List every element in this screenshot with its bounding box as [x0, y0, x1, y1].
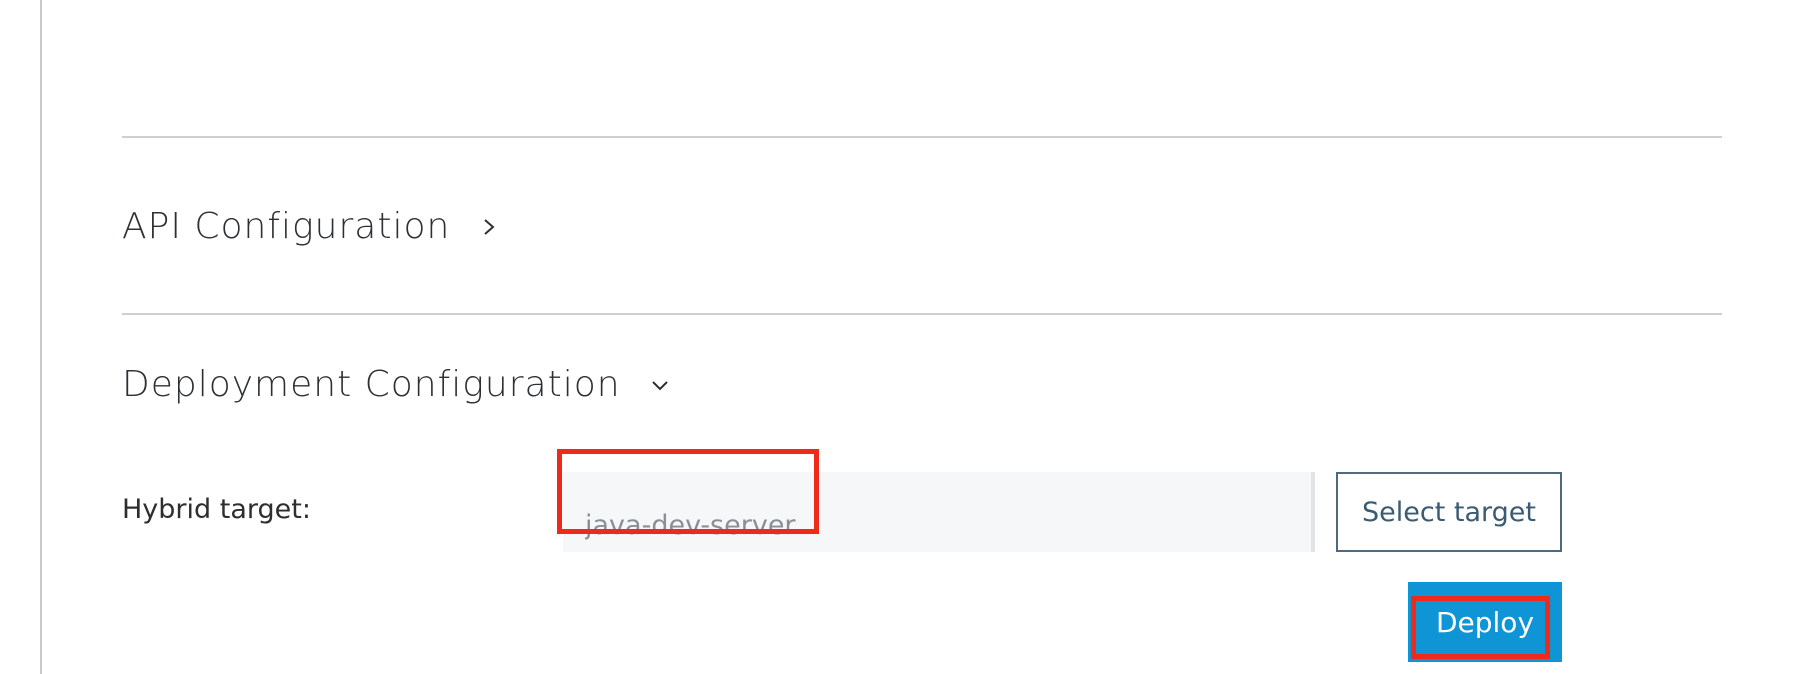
- api-configuration-title: API Configuration: [122, 206, 451, 247]
- api-configuration-header[interactable]: API Configuration: [122, 206, 500, 247]
- deployment-configuration-header[interactable]: Deployment Configuration: [122, 364, 671, 405]
- chevron-down-icon: [649, 374, 671, 396]
- panel-left-border: [40, 0, 42, 674]
- section-divider-middle: [122, 313, 1722, 315]
- hybrid-target-label: Hybrid target:: [122, 494, 311, 525]
- chevron-right-icon: [478, 216, 500, 238]
- api-deployment-panel: API Configuration Deployment Configurati…: [0, 0, 1806, 674]
- deployment-configuration-title: Deployment Configuration: [122, 364, 621, 405]
- select-target-button[interactable]: Select target: [1336, 472, 1562, 552]
- hybrid-target-input[interactable]: [563, 472, 1315, 552]
- deploy-button[interactable]: Deploy: [1408, 582, 1562, 662]
- section-divider-top: [122, 136, 1722, 138]
